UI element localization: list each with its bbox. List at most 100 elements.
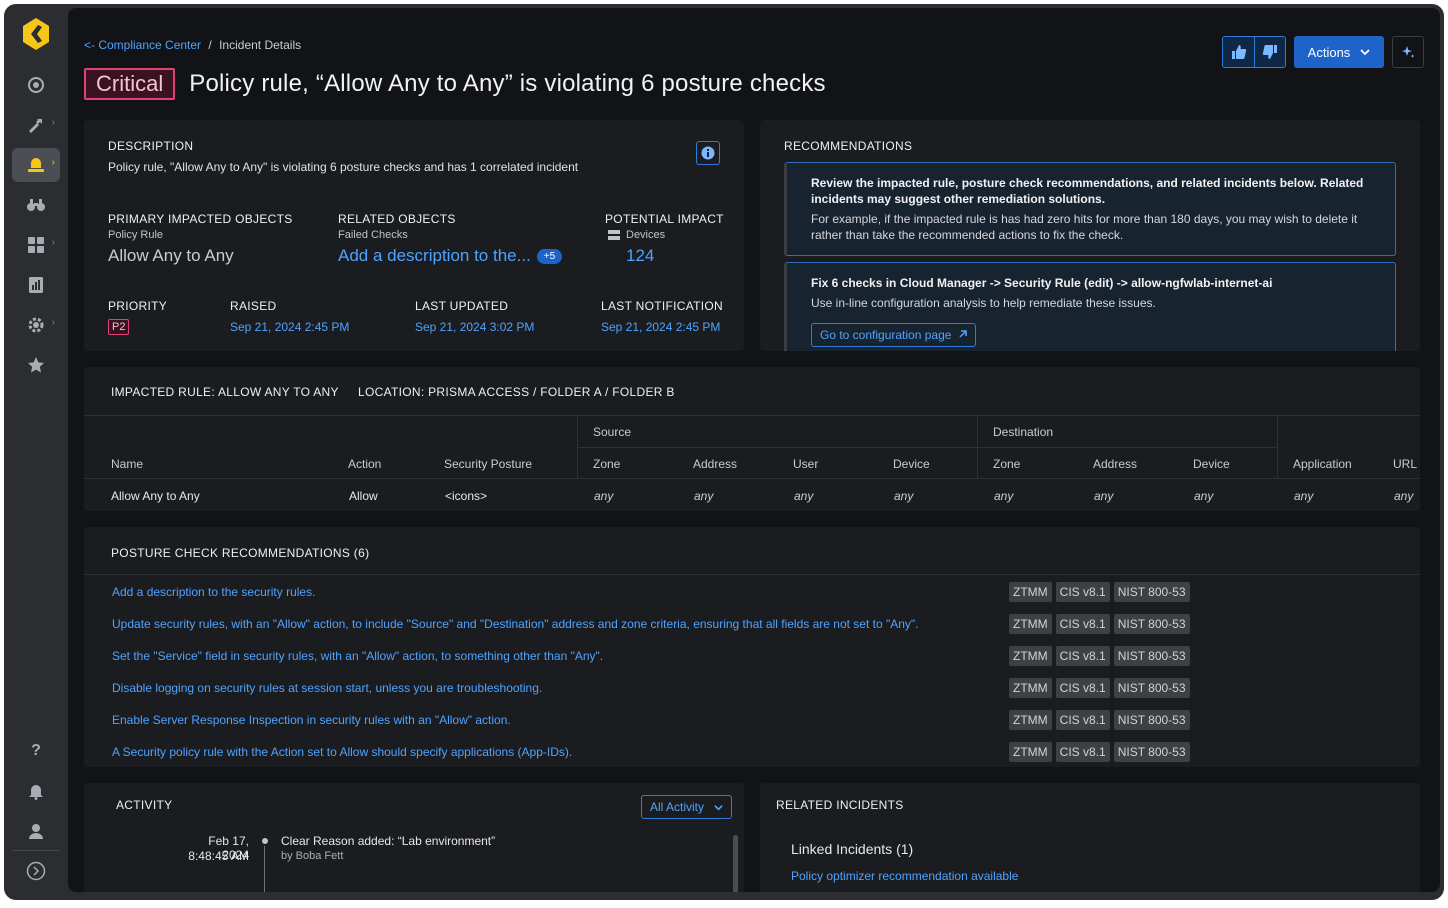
tag-cis: CIS v8.1	[1055, 582, 1110, 602]
col-name[interactable]: Name	[111, 457, 143, 471]
info-button[interactable]	[696, 141, 720, 165]
thumbs-up-icon[interactable]	[1223, 37, 1254, 67]
priority-badge: P2	[108, 319, 130, 335]
left-rail: › › › › ?	[4, 4, 68, 900]
timeline-line	[264, 846, 265, 892]
last-notification-label: LAST NOTIFICATION	[601, 299, 724, 313]
posture-check-link[interactable]: Update security rules, with an "Allow" a…	[112, 617, 919, 631]
related-incident-link[interactable]: Policy optimizer recommendation availabl…	[791, 869, 1018, 883]
activity-filter-select[interactable]: All Activity	[641, 795, 733, 819]
tag-ztmm: ZTMM	[1009, 710, 1052, 730]
breadcrumb: <- Compliance Center / Incident Details	[84, 38, 301, 52]
col-application[interactable]: Application	[1293, 457, 1352, 471]
tag-nist: NIST 800-53	[1113, 710, 1190, 730]
col-source-zone[interactable]: Zone	[593, 457, 620, 471]
tag-nist: NIST 800-53	[1113, 742, 1190, 762]
devices-count[interactable]: 124	[626, 246, 654, 266]
severity-badge: Critical	[84, 68, 176, 100]
activity-entry-time: 8:48:45 AM	[188, 849, 249, 863]
rail-divider	[12, 850, 60, 851]
col-url-category[interactable]: URL C	[1393, 457, 1420, 471]
tag-cis: CIS v8.1	[1055, 742, 1110, 762]
posture-row: Set the "Service" field in security rule…	[112, 640, 1420, 672]
star-icon[interactable]	[12, 348, 60, 382]
timeline-dot	[260, 836, 270, 846]
col-destination-address[interactable]: Address	[1093, 457, 1137, 471]
tag-nist: NIST 800-53	[1113, 614, 1190, 634]
related-objects-label: RELATED OBJECTS	[338, 212, 456, 226]
help-icon[interactable]: ?	[12, 734, 60, 768]
related-objects-sub: Failed Checks	[338, 229, 408, 241]
impacted-rule-label: IMPACTED RULE: ALLOW ANY TO ANY	[111, 385, 339, 399]
radar-icon[interactable]	[12, 68, 60, 102]
divider	[1277, 415, 1278, 478]
apps-icon[interactable]: ›	[12, 228, 60, 262]
framework-tags: ZTMM CIS v8.1 NIST 800-53	[1009, 582, 1190, 602]
ai-sparkle-button[interactable]	[1392, 36, 1424, 68]
col-source-address[interactable]: Address	[693, 457, 737, 471]
go-to-configuration-button[interactable]: Go to configuration page	[811, 323, 977, 347]
related-incidents-card: RELATED INCIDENTS Linked Incidents (1) P…	[760, 783, 1420, 892]
rule-name-cell: Allow Any to Any	[111, 489, 200, 503]
tag-ztmm: ZTMM	[1009, 646, 1052, 666]
framework-tags: ZTMM CIS v8.1 NIST 800-53	[1009, 646, 1190, 666]
tag-cis: CIS v8.1	[1055, 614, 1110, 634]
devices-sub-label: Devices	[626, 229, 666, 241]
posture-check-link[interactable]: Add a description to the security rules.	[112, 585, 315, 599]
col-source-device[interactable]: Device	[893, 457, 930, 471]
recommendation-review-text: For example, if the impacted rule is has…	[811, 212, 1358, 242]
divider	[84, 478, 1420, 479]
col-action[interactable]: Action	[348, 457, 381, 471]
server-icon	[608, 230, 620, 240]
rule-action-cell: Allow	[349, 489, 378, 503]
primary-objects-value: Allow Any to Any	[108, 246, 234, 265]
last-updated-date: Sep 21, 2024 3:02 PM	[415, 320, 535, 334]
rule-url-category-cell: any	[1394, 489, 1414, 503]
binoculars-icon[interactable]	[12, 188, 60, 222]
divider	[577, 447, 1277, 448]
tag-nist: NIST 800-53	[1113, 678, 1190, 698]
location-label: LOCATION: PRISMA ACCESS / FOLDER A / FOL…	[358, 385, 675, 399]
related-objects-link[interactable]: Add a description to the...	[338, 246, 531, 266]
posture-check-link[interactable]: Disable logging on security rules at ses…	[112, 681, 542, 695]
report-icon[interactable]	[12, 268, 60, 302]
col-security-posture[interactable]: Security Posture	[444, 457, 532, 471]
actions-button[interactable]: Actions	[1294, 36, 1384, 68]
activity-entry-text: Clear Reason added: “Lab environment”	[281, 834, 496, 848]
user-icon[interactable]	[12, 814, 60, 848]
build-icon[interactable]: ›	[12, 108, 60, 142]
posture-check-link[interactable]: A Security policy rule with the Action s…	[112, 745, 572, 759]
activity-entry-author: by Boba Fett	[281, 850, 344, 862]
alert-icon[interactable]: ›	[12, 148, 60, 182]
page-title: Policy rule, “Allow Any to Any” is viola…	[189, 70, 826, 97]
raised-date: Sep 21, 2024 2:45 PM	[230, 320, 350, 334]
col-destination-zone[interactable]: Zone	[993, 457, 1020, 471]
col-destination-device[interactable]: Device	[1193, 457, 1230, 471]
col-source-user[interactable]: User	[793, 457, 818, 471]
rule-destination-device-cell: any	[1194, 489, 1214, 503]
framework-tags: ZTMM CIS v8.1 NIST 800-53	[1009, 742, 1190, 762]
posture-check-link[interactable]: Set the "Service" field in security rule…	[112, 649, 603, 663]
chevron-right-icon: ›	[51, 237, 55, 248]
rule-source-device-cell: any	[894, 489, 914, 503]
chevron-right-icon: ›	[51, 157, 55, 168]
breadcrumb-back-link[interactable]: <- Compliance Center	[84, 38, 201, 52]
rule-destination-zone-cell: any	[994, 489, 1014, 503]
brand-logo-icon[interactable]	[18, 16, 54, 52]
last-notification-date: Sep 21, 2024 2:45 PM	[601, 320, 721, 334]
settings-icon[interactable]: ›	[12, 308, 60, 342]
last-updated-label: LAST UPDATED	[415, 299, 509, 313]
recommendation-box-review: Review the impacted rule, posture check …	[784, 162, 1396, 256]
activity-scrollbar[interactable]	[733, 835, 738, 892]
recommendations-card: RECOMMENDATIONS Review the impacted rule…	[760, 120, 1420, 351]
recommendations-label: RECOMMENDATIONS	[784, 139, 913, 153]
thumbs-down-icon[interactable]	[1254, 37, 1285, 67]
bell-icon[interactable]	[12, 774, 60, 808]
destination-group-header: Destination	[993, 425, 1054, 439]
tag-ztmm: ZTMM	[1009, 678, 1052, 698]
expand-icon[interactable]	[12, 854, 60, 888]
description-label: DESCRIPTION	[108, 139, 194, 153]
posture-check-link[interactable]: Enable Server Response Inspection in sec…	[112, 713, 511, 727]
app-window: › › › › ? <- Compliance Center / Inciden…	[4, 4, 1444, 900]
more-count-badge[interactable]: +5	[536, 248, 563, 264]
